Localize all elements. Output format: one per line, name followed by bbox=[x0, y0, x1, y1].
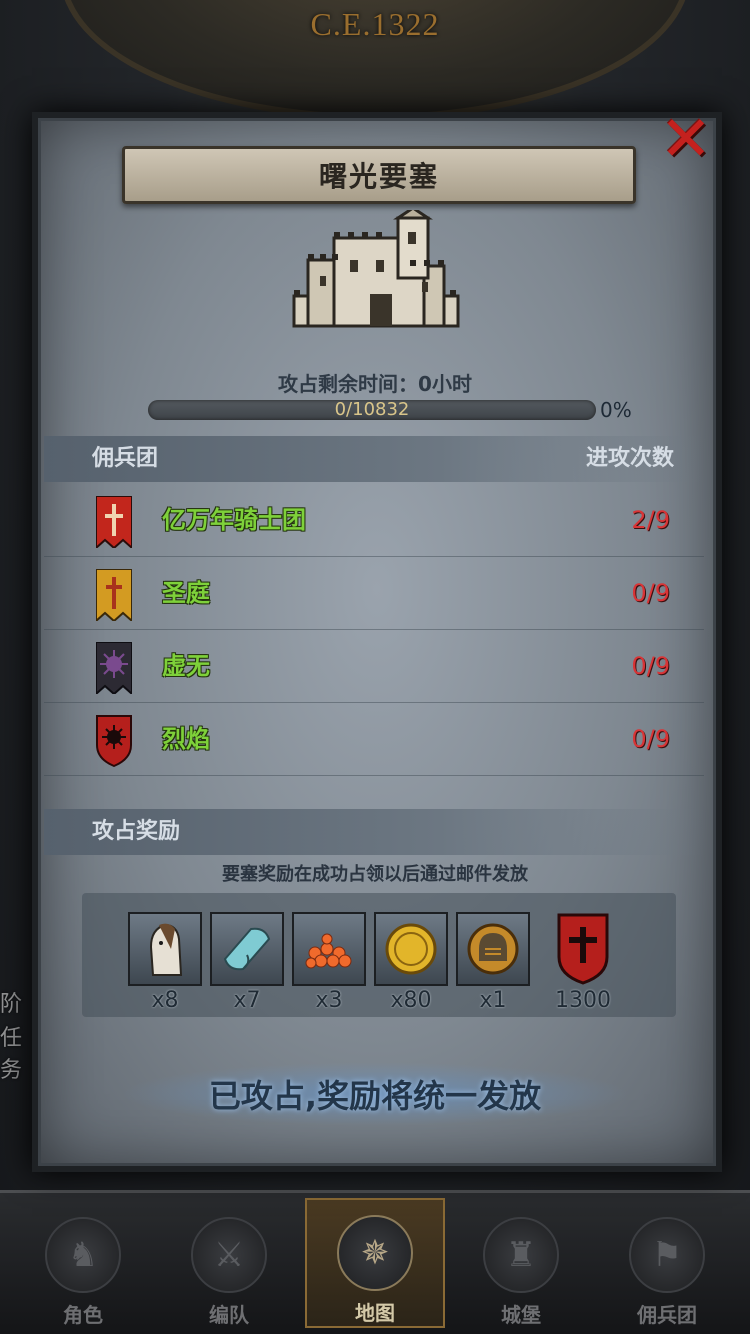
rewards-section-header: 攻占奖励 bbox=[44, 809, 704, 855]
nav-item-map[interactable]: ✵ 地图 bbox=[305, 1198, 445, 1328]
reward-item[interactable]: 1300 bbox=[546, 912, 620, 1013]
reward-item[interactable]: x8 bbox=[128, 912, 202, 1013]
reward-qty: x1 bbox=[479, 988, 507, 1013]
reward-item[interactable]: x7 bbox=[210, 912, 284, 1013]
legion-attack-count: 2/9 bbox=[631, 506, 670, 534]
helmet-icon bbox=[456, 912, 530, 986]
legion-column-header: 佣兵团 bbox=[92, 446, 159, 471]
bottom-nav: ♞ 角色 ⚔ 编队 ✵ 地图 ♜ 城堡 ⚑ 佣兵团 bbox=[0, 1190, 750, 1334]
legion-row[interactable]: 亿万年骑士团 2/9 bbox=[44, 484, 704, 557]
legion-list: 亿万年骑士团 2/9 圣庭 0/9 虚无 0/9 烈焰 0/9 bbox=[44, 484, 704, 776]
fortress-image bbox=[292, 210, 460, 328]
legion-name: 亿万年骑士团 bbox=[162, 506, 306, 534]
attack-count-column-header: 进攻次数 bbox=[585, 446, 674, 471]
side-quest-panel[interactable]: 阶 任务 bbox=[0, 900, 36, 1120]
occupy-time-label: 攻占剩余时间：0小时 bbox=[278, 372, 472, 396]
legion-name: 烈焰 bbox=[162, 725, 210, 753]
reward-qty: x3 bbox=[315, 988, 343, 1013]
knight-icon: ♞ bbox=[45, 1217, 121, 1293]
occupied-status-text: 已攻占,奖励将统一发放 bbox=[208, 1077, 542, 1115]
progress-percent: 0% bbox=[600, 398, 632, 422]
gold-cross-banner-icon bbox=[96, 569, 132, 621]
reward-qty: x80 bbox=[390, 988, 432, 1013]
gems-icon bbox=[292, 912, 366, 986]
progress-text: 0/10832 bbox=[334, 399, 410, 420]
era-label: C.E.1322 bbox=[310, 6, 440, 42]
legion-attack-count: 0/9 bbox=[631, 652, 670, 680]
legion-row[interactable]: 虚无 0/9 bbox=[44, 630, 704, 703]
close-icon[interactable]: ✕ bbox=[655, 108, 717, 170]
castle-icon: ♜ bbox=[483, 1217, 559, 1293]
legion-row[interactable]: 圣庭 0/9 bbox=[44, 557, 704, 630]
reward-qty: 1300 bbox=[555, 988, 611, 1013]
nav-label-castle: 城堡 bbox=[501, 1303, 541, 1327]
rewards-note: 要塞奖励在成功占领以后通过邮件发放 bbox=[222, 864, 528, 885]
title-plaque: 曙光要塞 bbox=[122, 146, 636, 204]
nav-label-squad: 编队 bbox=[209, 1303, 249, 1327]
nav-item-squad[interactable]: ⚔ 编队 bbox=[159, 1198, 299, 1328]
legion-row[interactable]: 烈焰 0/9 bbox=[44, 703, 704, 776]
rewards-header: 攻占奖励 bbox=[92, 819, 181, 844]
nav-label-map: 地图 bbox=[355, 1301, 395, 1325]
squad-icon: ⚔ bbox=[191, 1217, 267, 1293]
legion-section-header: 佣兵团 进攻次数 bbox=[44, 436, 704, 482]
nav-item-castle[interactable]: ♜ 城堡 bbox=[451, 1198, 591, 1328]
legion-attack-count: 0/9 bbox=[631, 725, 670, 753]
reward-qty: x8 bbox=[151, 988, 179, 1013]
horse-icon bbox=[128, 912, 202, 986]
nav-label-character: 角色 bbox=[63, 1303, 103, 1327]
nav-label-mercenary: 佣兵团 bbox=[637, 1303, 697, 1327]
red-cross-banner-icon bbox=[96, 496, 132, 548]
reward-qty: x7 bbox=[233, 988, 261, 1013]
void-banner-icon bbox=[96, 642, 132, 694]
cloth-icon bbox=[210, 912, 284, 986]
nav-item-character[interactable]: ♞ 角色 bbox=[13, 1198, 153, 1328]
legion-name: 圣庭 bbox=[162, 579, 210, 607]
occupied-status-button[interactable]: 已攻占,奖励将统一发放 bbox=[120, 1062, 630, 1126]
flame-shield-banner-icon bbox=[96, 715, 132, 767]
legion-emblem-icon bbox=[546, 912, 620, 986]
legion-attack-count: 0/9 bbox=[631, 579, 670, 607]
legion-name: 虚无 bbox=[162, 652, 210, 680]
occupy-progress-bar: 0/10832 bbox=[148, 400, 596, 420]
reward-item[interactable]: x1 bbox=[456, 912, 530, 1013]
compass-icon: ✵ bbox=[337, 1215, 413, 1291]
reward-item[interactable]: x80 bbox=[374, 912, 448, 1013]
mercenary-icon: ⚑ bbox=[629, 1217, 705, 1293]
reward-item[interactable]: x3 bbox=[292, 912, 366, 1013]
gold-coin-icon bbox=[374, 912, 448, 986]
modal-title: 曙光要塞 bbox=[318, 161, 439, 192]
nav-item-mercenary[interactable]: ⚑ 佣兵团 bbox=[597, 1198, 737, 1328]
